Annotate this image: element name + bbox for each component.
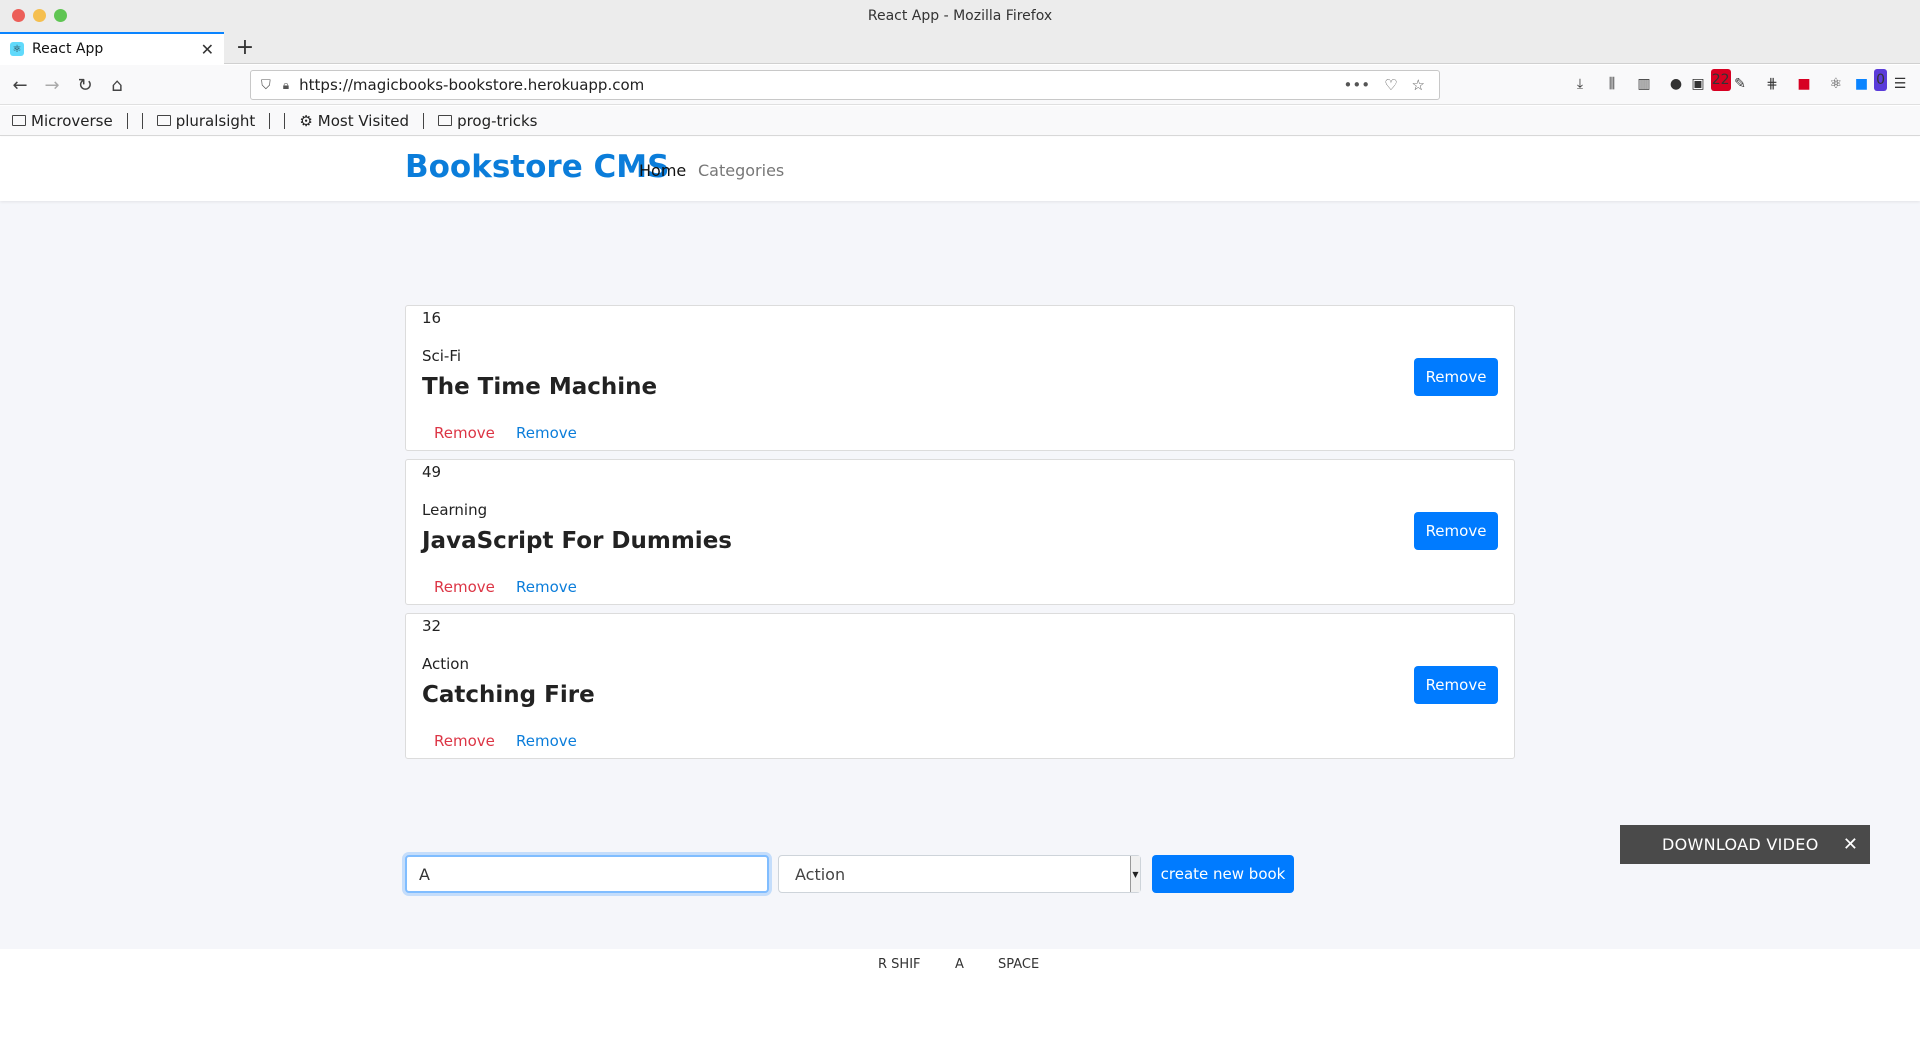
remove-link-red[interactable]: Remove <box>434 578 495 596</box>
reload-icon[interactable]: ↻ <box>73 73 97 97</box>
page-content: Bookstore CMS Home Categories 16 Sci-Fi … <box>0 137 1920 949</box>
bookmark-separator <box>126 112 128 129</box>
close-window-icon[interactable] <box>12 9 25 22</box>
close-icon[interactable]: ✕ <box>1843 834 1858 855</box>
bookmark-pluralsight[interactable]: pluralsight <box>156 111 256 130</box>
extension-react-icon[interactable]: ⚛ <box>1826 73 1846 95</box>
app-header: Bookstore CMS Home Categories <box>0 137 1920 201</box>
book-id: 16 <box>422 309 442 327</box>
bookmark-star-icon[interactable]: ☆ <box>1412 76 1425 94</box>
book-card: 32 Action Catching Fire Remove Remove Re… <box>405 613 1515 759</box>
download-video-overlay[interactable]: DOWNLOAD VIDEO ✕ <box>1620 825 1870 864</box>
lock-icon[interactable]: 🔒︎ <box>283 78 289 93</box>
nav-home-link[interactable]: Home <box>639 161 686 180</box>
bookmark-microverse[interactable]: Microverse <box>12 112 113 130</box>
book-card: 49 Learning JavaScript For Dummies Remov… <box>405 459 1515 605</box>
bookmark-label: pluralsight <box>175 111 256 130</box>
remove-link-red[interactable]: Remove <box>434 732 495 750</box>
remove-button[interactable]: Remove <box>1414 666 1498 704</box>
react-favicon-icon: ⚛ <box>10 42 24 56</box>
page-actions-icon[interactable]: ••• <box>1344 76 1371 94</box>
toolbar-icons: ⤓ ⫼ ▥ ● ▣ 22 ✎ ⋕ ■ ⚛ ■ 0 ☰ <box>1570 69 1910 95</box>
book-title-input[interactable] <box>405 855 769 893</box>
menu-icon[interactable]: ☰ <box>1890 73 1910 95</box>
bookmarks-bar: Microverse pluralsight ⚙ Most Visited pro… <box>0 106 1920 136</box>
extension-grid-icon[interactable]: ⋕ <box>1762 73 1782 95</box>
gear-icon: ⚙ <box>299 111 313 130</box>
category-select-value: Action <box>795 864 846 884</box>
remove-link-blue[interactable]: Remove <box>516 732 577 750</box>
home-icon[interactable]: ⌂ <box>105 73 129 97</box>
extension-feather-icon[interactable]: ✎ <box>1730 73 1750 95</box>
remove-link-blue[interactable]: Remove <box>516 424 577 442</box>
remove-button[interactable]: Remove <box>1414 358 1498 396</box>
window-title: React App - Mozilla Firefox <box>867 8 1053 24</box>
extension-notify-icon[interactable]: ▣ 22 <box>1691 69 1731 95</box>
new-tab-icon[interactable]: + <box>232 35 258 60</box>
bookmark-label: Microverse <box>31 111 113 130</box>
minimize-window-icon[interactable] <box>33 9 46 22</box>
bookmark-separator <box>269 112 271 129</box>
book-id: 49 <box>422 463 442 481</box>
ext-badge: 0 <box>1874 69 1888 91</box>
bookmark-prog-tricks[interactable]: prog-tricks <box>438 111 538 130</box>
keystroke-label: A <box>955 957 964 972</box>
create-book-button[interactable]: create new book <box>1152 855 1294 893</box>
window-controls <box>12 9 67 22</box>
keystroke-overlay: R SHIF A SPACE <box>0 949 1920 1048</box>
shield-icon[interactable]: ⛉ <box>261 78 271 93</box>
pocket-icon[interactable]: ♡ <box>1384 76 1397 94</box>
bookmark-label: Most Visited <box>317 111 410 130</box>
sidebar-icon[interactable]: ▥ <box>1634 73 1654 95</box>
book-id: 32 <box>422 617 442 635</box>
downloads-icon[interactable]: ⤓ <box>1570 73 1590 95</box>
browser-navbar: ← → ↻ ⌂ ⛉ 🔒︎ https://magicbooks-bookstor… <box>0 65 1920 105</box>
book-title: JavaScript For Dummies <box>422 528 732 554</box>
remove-link-red[interactable]: Remove <box>434 424 495 442</box>
nav-categories-link[interactable]: Categories <box>698 161 784 180</box>
library-icon[interactable]: ⫼ <box>1602 73 1622 95</box>
book-category: Learning <box>422 501 488 519</box>
dropdown-arrow-icon[interactable]: ▼ <box>1130 856 1140 892</box>
close-tab-icon[interactable]: ✕ <box>201 40 214 59</box>
bookmark-most-visited[interactable]: ⚙ Most Visited <box>299 112 409 130</box>
notify-badge: 22 <box>1710 69 1731 91</box>
category-select[interactable]: Action ▼ <box>778 855 1141 893</box>
bookmark-separator <box>423 112 425 129</box>
tab-strip: ⚛ React App ✕ + <box>0 32 1920 64</box>
keystroke-label: SPACE <box>998 957 1040 972</box>
tab-react-app[interactable]: ⚛ React App ✕ <box>0 32 224 64</box>
book-title: Catching Fire <box>422 682 595 708</box>
remove-button[interactable]: Remove <box>1414 512 1498 550</box>
folder-icon <box>438 115 453 126</box>
url-text[interactable]: https://magicbooks-bookstore.herokuapp.c… <box>299 76 1343 94</box>
tab-label: React App <box>32 41 104 57</box>
bookmark-label: prog-tricks <box>457 111 538 130</box>
url-bar[interactable]: ⛉ 🔒︎ https://magicbooks-bookstore.heroku… <box>250 70 1440 100</box>
keystroke-label: R SHIF <box>878 957 921 972</box>
maximize-window-icon[interactable] <box>54 9 67 22</box>
download-video-label[interactable]: DOWNLOAD VIDEO <box>1662 835 1843 854</box>
book-title: The Time Machine <box>422 374 658 400</box>
forward-icon[interactable]: → <box>40 73 64 97</box>
book-category: Sci-Fi <box>422 347 462 365</box>
window-titlebar: React App - Mozilla Firefox <box>0 0 1920 32</box>
book-category: Action <box>422 655 469 673</box>
extension-red-icon[interactable]: ■ <box>1794 73 1814 95</box>
brand-logo[interactable]: Bookstore CMS <box>405 149 669 185</box>
remove-link-blue[interactable]: Remove <box>516 578 577 596</box>
book-card: 16 Sci-Fi The Time Machine Remove Remove… <box>405 305 1515 451</box>
back-icon[interactable]: ← <box>8 73 32 97</box>
folder-icon <box>156 115 171 126</box>
bookmark-separator <box>284 112 286 129</box>
extension-blue-icon[interactable]: ■ 0 <box>1855 69 1888 95</box>
folder-icon <box>12 115 26 126</box>
bookmark-separator <box>141 112 143 129</box>
account-icon[interactable]: ● <box>1666 73 1686 95</box>
